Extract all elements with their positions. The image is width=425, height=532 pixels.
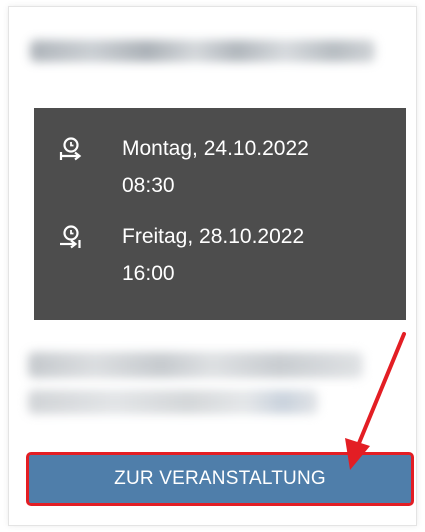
start-date-text: Montag, 24.10.2022 08:30 xyxy=(122,130,309,204)
blurred-description-line-2 xyxy=(28,390,318,414)
go-to-event-button[interactable]: ZUR VERANSTALTUNG xyxy=(26,452,414,506)
end-time: 16:00 xyxy=(122,262,175,285)
event-dates-box: Montag, 24.10.2022 08:30 Freitag, 28.10.… xyxy=(34,108,406,320)
clock-start-icon xyxy=(59,137,82,161)
end-date-text: Freitag, 28.10.2022 16:00 xyxy=(122,218,304,292)
blurred-description-line-1 xyxy=(28,352,363,378)
clock-end-icon xyxy=(60,225,81,249)
start-time: 08:30 xyxy=(122,174,175,197)
blurred-event-title xyxy=(30,40,375,62)
start-date: Montag, 24.10.2022 xyxy=(122,137,309,160)
end-date: Freitag, 28.10.2022 xyxy=(122,225,305,248)
